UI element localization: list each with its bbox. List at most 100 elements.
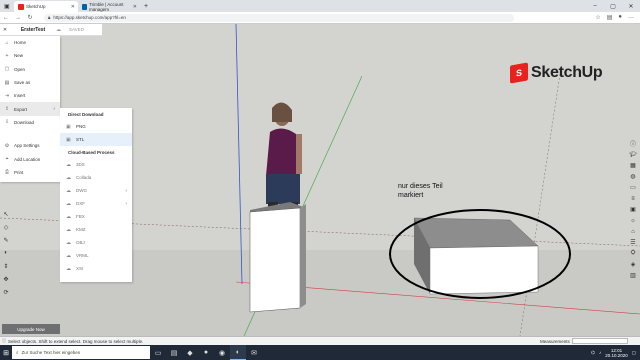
- tags-icon[interactable]: ≡: [628, 194, 638, 203]
- export-vrml[interactable]: ☁ VRML: [60, 249, 132, 262]
- export-png[interactable]: ▣ PNG: [60, 120, 132, 133]
- menu-item-open[interactable]: ▢ Open: [0, 63, 60, 76]
- url-text: https://app.sketchup.com/app?hl=en: [53, 15, 126, 20]
- menu-item-save-as[interactable]: ▤ Save as: [0, 76, 60, 89]
- volume-icon[interactable]: ♪: [599, 350, 601, 355]
- maximize-icon[interactable]: ▢: [604, 0, 622, 12]
- orbit-tool-icon[interactable]: ⟳: [1, 287, 11, 297]
- export-dxf[interactable]: ☁ DXF ›: [60, 197, 132, 210]
- menu-header: ✕ ErsterTest ☁ SAVED: [0, 24, 102, 36]
- download-icon: ⇩: [4, 119, 10, 126]
- screen: ▣ SketchUp ✕ Trimble | Account managem ✕…: [0, 0, 640, 360]
- insert-icon: ⇥: [4, 92, 10, 99]
- save-icon: ▤: [4, 79, 10, 86]
- scenes-icon[interactable]: ▣: [628, 205, 638, 214]
- menu-item-label: Print: [14, 169, 24, 175]
- menu-item-add-location[interactable]: ⌖ Add Location: [0, 152, 60, 165]
- export-item-label: OBJ: [76, 240, 85, 245]
- export-kmz[interactable]: ☁ KMZ: [60, 223, 132, 236]
- new-icon: +: [5, 52, 9, 59]
- entity-info-icon[interactable]: ⓘ: [628, 139, 638, 148]
- export-fbx[interactable]: ☁ FBX: [60, 210, 132, 223]
- instructor-icon[interactable]: 🎓︎: [628, 150, 638, 159]
- back-icon[interactable]: ←: [0, 15, 12, 21]
- chevron-right-icon: ›: [125, 187, 127, 194]
- menu-item-home[interactable]: ⌂ Home: [0, 36, 60, 49]
- solid-inspector-icon[interactable]: ⛭: [628, 249, 638, 258]
- app-icon[interactable]: ●: [198, 345, 214, 360]
- menu-item-insert[interactable]: ⇥ Insert: [0, 89, 60, 102]
- reload-icon[interactable]: ↻: [24, 14, 36, 21]
- browser-menu-icon[interactable]: ▣: [0, 1, 14, 12]
- clock[interactable]: 12:01 20.10.2020: [605, 348, 628, 358]
- forward-icon[interactable]: →: [12, 15, 24, 21]
- search-placeholder: Zur Suche Text hier eingeben: [21, 350, 81, 355]
- sketchup-logo: S SketchUp: [510, 62, 603, 84]
- windows-start-icon[interactable]: ⊞: [0, 345, 12, 360]
- styles-icon[interactable]: ▭: [628, 183, 638, 192]
- eraser-tool-icon[interactable]: ◇: [1, 222, 11, 232]
- left-toolbar: ↖ ◇ ✎ ◐ ⇕ ✥ ⟳: [0, 209, 12, 297]
- pencil-tool-icon[interactable]: ✎: [1, 235, 11, 245]
- minimize-icon[interactable]: –: [586, 0, 604, 12]
- network-icon[interactable]: ⌬: [591, 350, 595, 356]
- views-icon[interactable]: ◈: [628, 260, 638, 269]
- profile-icon[interactable]: ●: [618, 14, 622, 21]
- close-window-icon[interactable]: ✕: [622, 0, 640, 12]
- export-stl[interactable]: ▣ STL: [60, 133, 132, 146]
- export-collada[interactable]: ☁ Collada: [60, 171, 132, 184]
- export-3ds[interactable]: ☁ 3DS: [60, 158, 132, 171]
- export-obj[interactable]: ☁ OBJ: [60, 236, 132, 249]
- menu-item-new[interactable]: + New: [0, 49, 60, 62]
- collections-icon[interactable]: ▤: [607, 14, 613, 21]
- export-item-label: DXF: [76, 201, 85, 206]
- close-menu-icon[interactable]: ✕: [0, 27, 10, 33]
- upgrade-button[interactable]: Upgrade Now: [2, 324, 60, 334]
- close-tab-icon[interactable]: ✕: [71, 4, 75, 10]
- file-title[interactable]: ErsterTest: [10, 27, 56, 33]
- store-icon[interactable]: ◆: [182, 345, 198, 360]
- cloud-process-header: Cloud-Based Process: [68, 149, 115, 155]
- menu-item-label: Save as: [14, 80, 31, 86]
- move-tool-icon[interactable]: ✥: [1, 274, 11, 284]
- export-dwg[interactable]: ☁ DWG ›: [60, 184, 132, 197]
- menu-item-print[interactable]: ⎙ Print: [0, 166, 60, 179]
- export-item-label: STL: [76, 137, 85, 142]
- notifications-icon[interactable]: ▢: [632, 350, 636, 356]
- menu-item-app-settings[interactable]: ⚙ App Settings: [0, 139, 60, 152]
- mail-icon[interactable]: ✉: [246, 345, 262, 360]
- shadows-icon[interactable]: ☼: [628, 216, 638, 225]
- paint-tool-icon[interactable]: ◐: [1, 248, 11, 258]
- new-tab-icon[interactable]: +: [140, 1, 152, 12]
- lock-icon: 🔒︎: [48, 15, 51, 20]
- select-tool-icon[interactable]: ↖: [1, 209, 11, 219]
- cloud-icon: ☁: [66, 265, 71, 272]
- menu-item-label: New: [14, 53, 24, 59]
- edge-browser-icon[interactable]: ◐: [230, 345, 246, 360]
- extensions-icon[interactable]: ▥: [628, 271, 638, 280]
- more-icon[interactable]: …: [628, 14, 634, 21]
- menu-item-export[interactable]: ⇪ Export ›: [0, 102, 60, 116]
- materials-icon[interactable]: ◍: [628, 172, 638, 181]
- task-view-icon[interactable]: ▭: [150, 345, 166, 360]
- home-icon: ⌂: [5, 39, 9, 46]
- display-icon[interactable]: ⌂: [628, 227, 638, 236]
- outliner-icon[interactable]: ☰: [628, 238, 638, 247]
- tab-sketchup[interactable]: SketchUp ✕: [14, 1, 78, 12]
- menu-item-download[interactable]: ⇩ Download: [0, 116, 60, 129]
- firefox-icon[interactable]: ◉: [214, 345, 230, 360]
- file-explorer-icon[interactable]: ▤: [166, 345, 182, 360]
- url-input[interactable]: 🔒︎ https://app.sketchup.com/app?hl=en: [44, 13, 514, 22]
- components-icon[interactable]: ▦: [628, 161, 638, 170]
- menu-item-label: App Settings: [14, 143, 40, 149]
- star-icon[interactable]: ☆: [595, 14, 600, 21]
- tab-trimble[interactable]: Trimble | Account managem ✕: [78, 1, 140, 12]
- push-pull-tool-icon[interactable]: ⇕: [1, 261, 11, 271]
- export-item-label: FBX: [76, 214, 85, 219]
- green-axis-dashed: [519, 73, 561, 336]
- taskbar-search-input[interactable]: ⌕ Zur Suche Text hier eingeben: [12, 346, 150, 359]
- chevron-right-icon: ›: [125, 200, 127, 207]
- export-xsi[interactable]: ☁ XSI: [60, 262, 132, 275]
- close-tab-icon[interactable]: ✕: [133, 4, 137, 10]
- measurements-input[interactable]: [571, 338, 628, 344]
